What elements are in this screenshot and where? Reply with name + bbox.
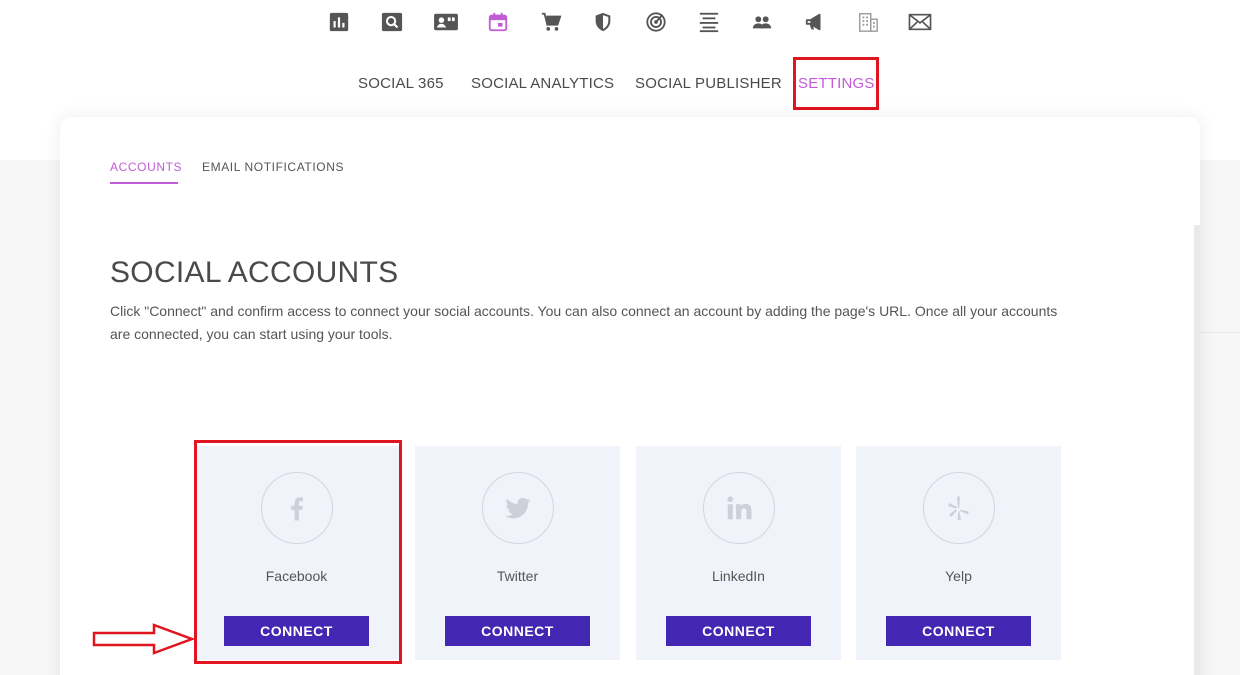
account-name: Twitter <box>496 568 539 584</box>
calendar-icon[interactable] <box>486 10 510 34</box>
mail-icon[interactable] <box>907 10 933 34</box>
reviews-icon[interactable] <box>432 10 460 34</box>
connect-yelp-button[interactable]: CONNECT <box>886 616 1031 646</box>
building-icon[interactable] <box>856 10 880 34</box>
target-icon[interactable] <box>644 10 668 34</box>
linkedin-icon <box>703 472 775 544</box>
twitter-icon <box>482 472 554 544</box>
cart-icon[interactable] <box>539 10 563 34</box>
settings-highlight-box <box>793 57 879 110</box>
page-title: SOCIAL ACCOUNTS <box>110 256 399 289</box>
nav-social-publisher[interactable]: SOCIAL PUBLISHER <box>635 75 782 92</box>
reports-icon[interactable] <box>327 10 351 34</box>
connect-linkedin-button[interactable]: CONNECT <box>666 616 811 646</box>
nav-social-365[interactable]: SOCIAL 365 <box>358 75 444 92</box>
active-tab-underline <box>110 182 178 184</box>
tab-accounts[interactable]: ACCOUNTS <box>110 160 182 174</box>
pointer-arrow-icon <box>92 623 196 655</box>
account-name: LinkedIn <box>712 568 765 584</box>
connect-twitter-button[interactable]: CONNECT <box>445 616 590 646</box>
facebook-highlight-box <box>194 440 402 664</box>
account-tile-twitter: Twitter CONNECT <box>415 446 620 660</box>
shield-icon[interactable] <box>591 10 615 34</box>
listings-icon[interactable] <box>697 10 721 34</box>
account-name: Yelp <box>945 568 972 584</box>
people-icon[interactable] <box>750 10 774 34</box>
search-icon[interactable] <box>380 10 404 34</box>
main-nav: SOCIAL 365 SOCIAL ANALYTICS SOCIAL PUBLI… <box>0 75 1240 99</box>
yelp-icon <box>923 472 995 544</box>
nav-social-analytics[interactable]: SOCIAL ANALYTICS <box>471 75 614 92</box>
account-tile-yelp: Yelp CONNECT <box>856 446 1061 660</box>
top-icon-bar <box>0 10 1240 36</box>
divider <box>1200 332 1240 333</box>
scrollbar[interactable] <box>1194 225 1200 675</box>
tab-email-notifications[interactable]: EMAIL NOTIFICATIONS <box>202 160 344 174</box>
page-description: Click "Connect" and confirm access to co… <box>110 303 1058 342</box>
account-tile-linkedin: LinkedIn CONNECT <box>636 446 841 660</box>
megaphone-icon[interactable] <box>803 10 827 34</box>
